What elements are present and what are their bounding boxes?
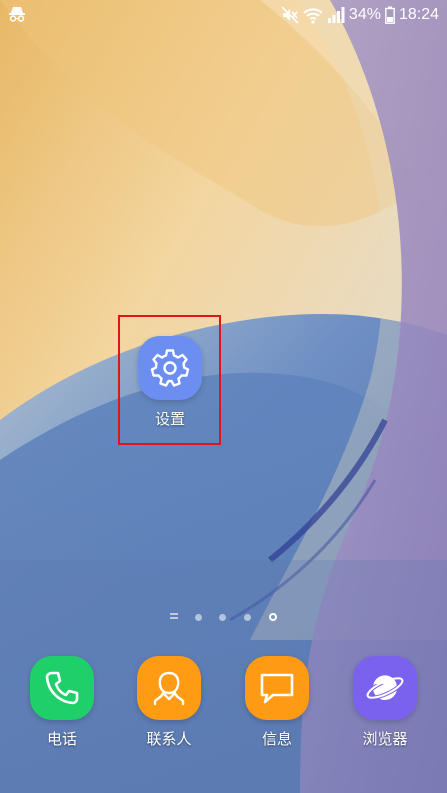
phone-app[interactable]: 电话 [20, 656, 104, 749]
wifi-icon [303, 8, 323, 24]
battery-icon [385, 6, 395, 24]
signal-icon [327, 7, 345, 23]
page-dot-2[interactable] [195, 614, 202, 621]
contact-icon [153, 671, 185, 706]
messages-label: 信息 [261, 730, 292, 748]
dock: 电话 联系人 信息 浏览器 [0, 656, 447, 756]
battery-percentage: 34% [348, 6, 381, 23]
mute-icon [281, 6, 299, 24]
home-page-indicator[interactable] [170, 613, 178, 621]
messages-app[interactable]: 信息 [235, 656, 319, 749]
messages-tile[interactable] [245, 656, 309, 720]
phone-icon [45, 671, 79, 705]
contacts-app[interactable]: 联系人 [127, 656, 211, 749]
highlight-box [118, 315, 221, 445]
contacts-tile[interactable] [137, 656, 201, 720]
phone-label: 电话 [46, 730, 77, 748]
planet-icon [365, 675, 405, 700]
page-indicator [0, 610, 447, 624]
contacts-label: 联系人 [146, 730, 192, 748]
page-dot-4[interactable] [244, 614, 251, 621]
message-icon [260, 673, 294, 704]
incognito-icon [9, 7, 25, 22]
status-bar: 34% 18:24 [0, 0, 447, 32]
status-clock: 18:24 [398, 6, 439, 23]
page-dot-5-active[interactable] [269, 613, 277, 621]
browser-app[interactable]: 浏览器 [343, 656, 427, 749]
page-dot-3[interactable] [219, 614, 226, 621]
browser-tile[interactable] [353, 656, 417, 720]
phone-tile[interactable] [30, 656, 94, 720]
browser-label: 浏览器 [362, 730, 408, 748]
